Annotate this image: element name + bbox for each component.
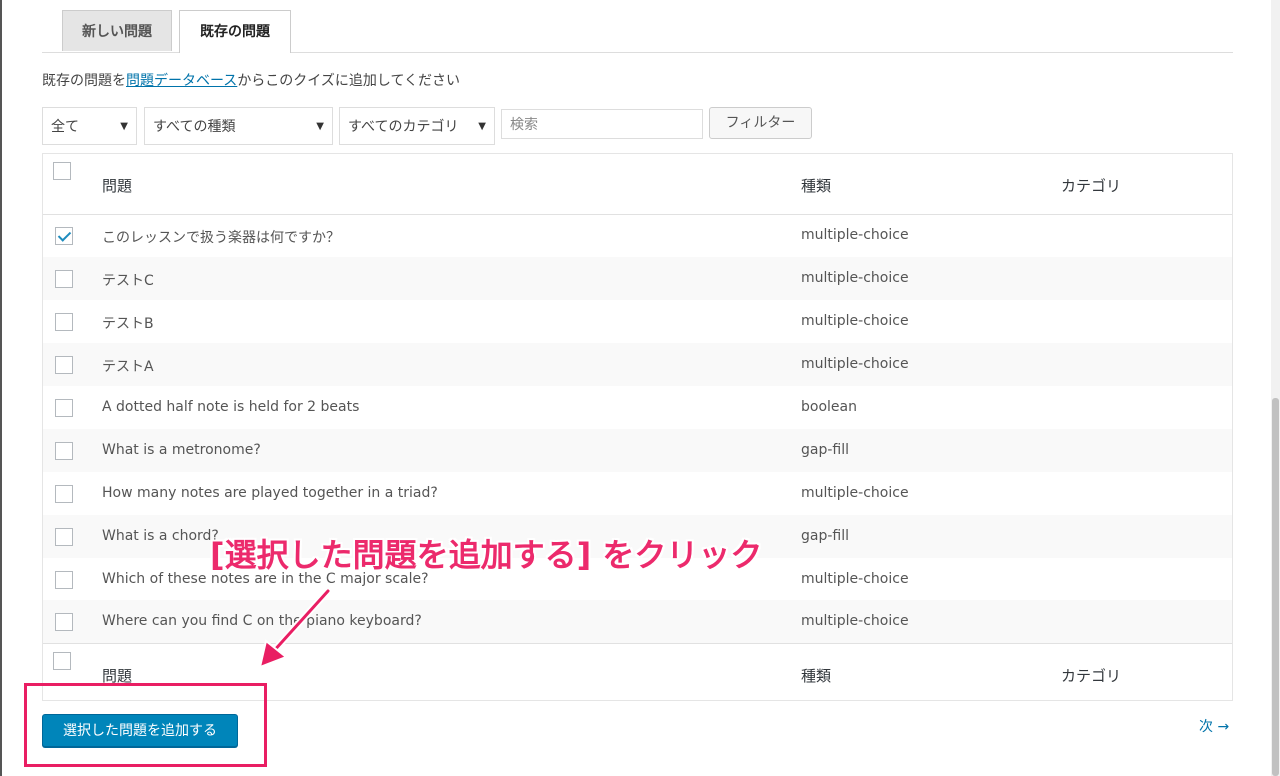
- footer-category[interactable]: カテゴリ: [1061, 665, 1121, 686]
- search-input[interactable]: 検索: [501, 109, 703, 139]
- arrow-icon: [258, 587, 332, 669]
- footer-type[interactable]: 種類: [801, 665, 831, 686]
- select-all-checkbox[interactable]: [53, 162, 71, 180]
- chevron-down-icon: ▼: [478, 121, 486, 132]
- row-type: multiple-choice: [801, 613, 909, 629]
- row-checkbox[interactable]: [55, 270, 73, 288]
- row-checkbox[interactable]: [55, 485, 73, 503]
- category-select[interactable]: すべてのカテゴリ ▼: [339, 107, 495, 145]
- row-type: boolean: [801, 399, 857, 415]
- window-left-border: [0, 0, 2, 776]
- table-row[interactable]: テストC multiple-choice: [43, 257, 1232, 300]
- row-question: What is a metronome?: [102, 442, 261, 458]
- highlight-box: [24, 683, 267, 767]
- row-checkbox[interactable]: [55, 571, 73, 589]
- row-question: テストB: [102, 316, 154, 332]
- row-type: gap-fill: [801, 528, 850, 544]
- row-checkbox[interactable]: [55, 227, 73, 245]
- row-question: テストC: [102, 273, 154, 289]
- status-select[interactable]: 全て ▼: [42, 107, 137, 145]
- row-type: multiple-choice: [801, 227, 909, 243]
- table-row[interactable]: A dotted half note is held for 2 beats b…: [43, 386, 1232, 429]
- header-type[interactable]: 種類: [801, 175, 831, 196]
- row-question: What is a chord?: [102, 528, 219, 544]
- intro-prefix: 既存の問題を: [42, 73, 126, 89]
- row-checkbox[interactable]: [55, 399, 73, 417]
- table-row[interactable]: テストB multiple-choice: [43, 300, 1232, 343]
- row-checkbox[interactable]: [55, 313, 73, 331]
- category-select-value: すべてのカテゴリ: [348, 119, 459, 135]
- chevron-down-icon: ▼: [120, 121, 128, 132]
- scrollbar-thumb[interactable]: [1272, 398, 1279, 776]
- table-row[interactable]: テストA multiple-choice: [43, 343, 1232, 386]
- row-question: A dotted half note is held for 2 beats: [102, 399, 360, 415]
- row-checkbox[interactable]: [55, 442, 73, 460]
- question-tabs: 新しい問題 既存の問題: [42, 10, 1233, 53]
- row-question: このレッスンで扱う楽器は何ですか？: [102, 230, 340, 246]
- row-question: How many notes are played together in a …: [102, 485, 438, 501]
- question-database-link[interactable]: 問題データベース: [126, 73, 237, 89]
- status-select-value: 全て: [51, 119, 79, 135]
- row-checkbox[interactable]: [55, 528, 73, 546]
- table-row[interactable]: Where can you find C on the piano keyboa…: [43, 600, 1232, 643]
- header-question[interactable]: 問題: [102, 175, 132, 196]
- table-header: 問題 種類 カテゴリ: [43, 154, 1232, 215]
- header-category[interactable]: カテゴリ: [1061, 175, 1121, 196]
- questions-table: 問題 種類 カテゴリ このレッスンで扱う楽器は何ですか？ multiple-ch…: [42, 153, 1233, 701]
- select-all-checkbox-footer[interactable]: [53, 652, 71, 670]
- table-row[interactable]: How many notes are played together in a …: [43, 472, 1232, 515]
- row-type: multiple-choice: [801, 356, 909, 372]
- row-type: multiple-choice: [801, 270, 909, 286]
- row-question: テストA: [102, 359, 154, 375]
- intro-text: 既存の問題を問題データベースからこのクイズに追加してください: [42, 70, 460, 90]
- row-checkbox[interactable]: [55, 356, 73, 374]
- chevron-down-icon: ▼: [316, 121, 324, 132]
- row-checkbox[interactable]: [55, 613, 73, 631]
- filter-button[interactable]: フィルター: [709, 107, 812, 139]
- table-row[interactable]: このレッスンで扱う楽器は何ですか？ multiple-choice: [43, 214, 1232, 257]
- type-select-value: すべての種類: [153, 119, 236, 135]
- row-type: multiple-choice: [801, 485, 909, 501]
- type-select[interactable]: すべての種類 ▼: [144, 107, 333, 145]
- annotation-callout: [選択した問題を追加する] をクリック: [210, 536, 763, 574]
- intro-suffix: からこのクイズに追加してください: [237, 73, 461, 89]
- row-type: multiple-choice: [801, 571, 909, 587]
- tab-new-question[interactable]: 新しい問題: [62, 10, 172, 51]
- row-type: gap-fill: [801, 442, 850, 458]
- row-type: multiple-choice: [801, 313, 909, 329]
- table-row[interactable]: What is a metronome? gap-fill: [43, 429, 1232, 472]
- next-link[interactable]: 次 →: [1199, 716, 1229, 736]
- tab-existing-question[interactable]: 既存の問題: [179, 10, 291, 53]
